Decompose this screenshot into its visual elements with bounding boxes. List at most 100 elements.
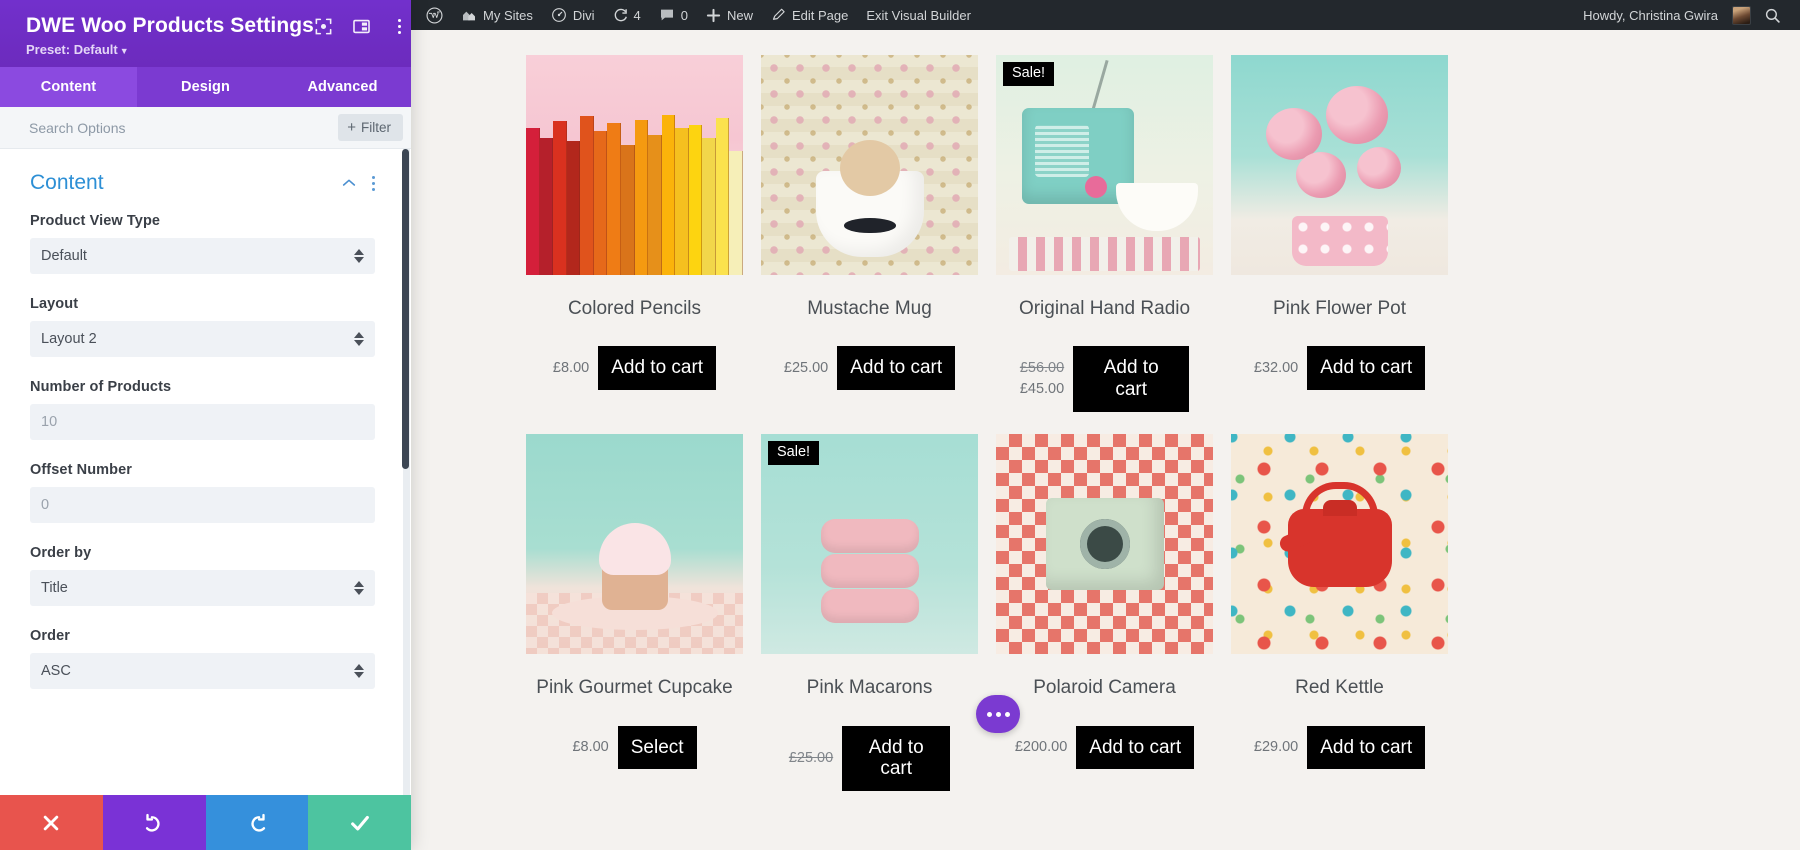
save-button[interactable] bbox=[308, 795, 411, 850]
field-value: Default bbox=[41, 248, 87, 264]
settings-scrollbar-thumb[interactable] bbox=[402, 149, 409, 469]
update-refresh-icon bbox=[614, 8, 627, 21]
builder-menu-dots-button[interactable] bbox=[976, 695, 1020, 733]
edit-page-link[interactable]: Edit Page bbox=[762, 0, 857, 30]
layout-select[interactable]: Layout 2 bbox=[30, 321, 375, 357]
focus-target-icon[interactable] bbox=[314, 17, 333, 36]
order-by-select[interactable]: Title bbox=[30, 570, 375, 606]
macaron-art bbox=[820, 554, 919, 589]
product-card[interactable]: Mustache Mug £25.00 Add to cart bbox=[752, 55, 987, 412]
product-image[interactable] bbox=[996, 434, 1213, 655]
field-value: Layout 2 bbox=[41, 331, 97, 347]
new-content-menu[interactable]: New bbox=[697, 0, 762, 30]
layout-columns-icon[interactable] bbox=[352, 17, 371, 36]
product-price: £8.00 bbox=[572, 737, 608, 758]
user-account-menu[interactable]: Howdy, Christina Gwira bbox=[1574, 0, 1755, 30]
product-image[interactable] bbox=[526, 434, 743, 655]
product-card[interactable]: Sale! Original Hand Radio £56.00 £45.00 … bbox=[987, 55, 1222, 413]
comments-menu[interactable]: 0 bbox=[650, 0, 697, 30]
more-vertical-icon[interactable] bbox=[390, 18, 409, 34]
tab-design[interactable]: Design bbox=[137, 67, 274, 107]
divi-menu[interactable]: Divi bbox=[542, 0, 604, 30]
wp-admin-bar: My Sites Divi 4 0 New Edit Page Exit Vis… bbox=[411, 0, 1800, 30]
add-to-cart-button[interactable]: Add to cart bbox=[1073, 346, 1190, 413]
field-label: Order by bbox=[30, 545, 92, 561]
product-card[interactable]: Sale! Pink Macarons £25.00 Add to cart bbox=[752, 434, 987, 792]
offset-number-input[interactable]: 0 bbox=[30, 487, 375, 523]
wordpress-logo-icon bbox=[426, 6, 443, 24]
order-select[interactable]: ASC bbox=[30, 653, 375, 689]
admin-search-button[interactable] bbox=[1755, 0, 1790, 30]
product-price: £56.00 £45.00 bbox=[1020, 358, 1064, 400]
product-buy-row: £32.00 Add to cart bbox=[1231, 346, 1448, 391]
product-image[interactable] bbox=[761, 55, 978, 275]
add-to-cart-button[interactable]: Add to cart bbox=[1307, 725, 1426, 770]
edit-page-label: Edit Page bbox=[792, 7, 849, 23]
undo-button[interactable] bbox=[102, 795, 206, 850]
macaron-art bbox=[820, 589, 919, 624]
pencil-edit-icon bbox=[772, 8, 785, 20]
product-price: £25.00 bbox=[784, 358, 828, 379]
filter-button[interactable]: + Filter bbox=[338, 114, 403, 141]
radio-speaker-art bbox=[1035, 125, 1090, 178]
select-arrows-icon bbox=[354, 579, 365, 597]
add-to-cart-button[interactable]: Add to cart bbox=[842, 725, 951, 792]
divi-speed-icon bbox=[551, 8, 566, 22]
admin-bar-right: Howdy, Christina Gwira bbox=[1574, 0, 1800, 30]
my-sites-menu[interactable]: My Sites bbox=[452, 0, 542, 30]
radio-knob-art bbox=[1084, 176, 1107, 198]
tab-advanced[interactable]: Advanced bbox=[274, 67, 411, 107]
macaron-art bbox=[820, 518, 919, 553]
product-card[interactable]: Pink Flower Pot £32.00 Add to cart bbox=[1222, 55, 1457, 412]
field-label: Order bbox=[30, 628, 70, 644]
product-price: £200.00 bbox=[1015, 737, 1067, 758]
product-price: £25.00 bbox=[789, 748, 833, 769]
preset-selector[interactable]: Preset: Default ▼ bbox=[26, 42, 393, 57]
add-to-cart-button[interactable]: Add to cart bbox=[837, 346, 956, 391]
select-button[interactable]: Select bbox=[617, 725, 697, 770]
product-grid: Colored Pencils £8.00 Add to cart Mustac… bbox=[411, 30, 1800, 792]
chevron-up-icon[interactable] bbox=[341, 175, 357, 191]
divi-label: Divi bbox=[572, 7, 595, 23]
field-offset-number: Offset Number 0 bbox=[30, 462, 375, 523]
product-card[interactable]: Pink Gourmet Cupcake £8.00 Select bbox=[517, 434, 752, 791]
product-card[interactable]: Polaroid Camera £200.00 Add to cart bbox=[987, 434, 1222, 791]
camera-lens-art bbox=[1079, 519, 1130, 570]
product-card[interactable]: Red Kettle £29.00 Add to cart bbox=[1222, 434, 1457, 791]
price-current: £200.00 bbox=[1014, 738, 1068, 755]
settings-header: DWE Woo Products Settings Preset: Defaul… bbox=[0, 0, 411, 67]
product-image[interactable] bbox=[526, 55, 743, 275]
add-to-cart-button[interactable]: Add to cart bbox=[598, 346, 717, 391]
product-buy-row: £25.00 Add to cart bbox=[761, 725, 978, 792]
tab-content[interactable]: Content bbox=[0, 67, 137, 107]
scoop-art bbox=[839, 139, 900, 196]
cancel-button[interactable] bbox=[0, 795, 103, 850]
product-card[interactable]: Colored Pencils £8.00 Add to cart bbox=[517, 55, 752, 412]
search-input[interactable] bbox=[29, 119, 339, 136]
product-view-type-select[interactable]: Default bbox=[30, 238, 375, 274]
field-order-by: Order by Title bbox=[30, 545, 375, 606]
field-label: Product View Type bbox=[30, 213, 161, 229]
product-name: Pink Macarons bbox=[806, 677, 933, 699]
filter-label: Filter bbox=[361, 120, 391, 135]
add-to-cart-button[interactable]: Add to cart bbox=[1307, 346, 1426, 391]
kettle-lid-art bbox=[1322, 500, 1357, 517]
product-buy-row: £56.00 £45.00 Add to cart bbox=[996, 346, 1213, 413]
product-image[interactable] bbox=[1231, 55, 1448, 275]
updates-menu[interactable]: 4 bbox=[604, 0, 650, 30]
exit-visual-builder-link[interactable]: Exit Visual Builder bbox=[857, 0, 980, 30]
price-current: £8.00 bbox=[552, 359, 590, 376]
section-more-vertical-icon[interactable] bbox=[371, 175, 375, 191]
product-buy-row: £8.00 Add to cart bbox=[526, 346, 743, 391]
section-actions bbox=[341, 175, 375, 191]
product-image[interactable]: Sale! bbox=[996, 55, 1213, 275]
settings-footer bbox=[0, 795, 411, 850]
add-to-cart-button[interactable]: Add to cart bbox=[1076, 725, 1195, 770]
wp-logo-button[interactable] bbox=[417, 0, 452, 30]
product-image[interactable]: Sale! bbox=[761, 434, 978, 655]
product-buy-row: £25.00 Add to cart bbox=[761, 346, 978, 391]
product-image[interactable] bbox=[1231, 434, 1448, 655]
settings-scrollbar-track[interactable] bbox=[402, 149, 410, 795]
redo-button[interactable] bbox=[205, 795, 309, 850]
number-of-products-input[interactable]: 10 bbox=[30, 404, 375, 440]
